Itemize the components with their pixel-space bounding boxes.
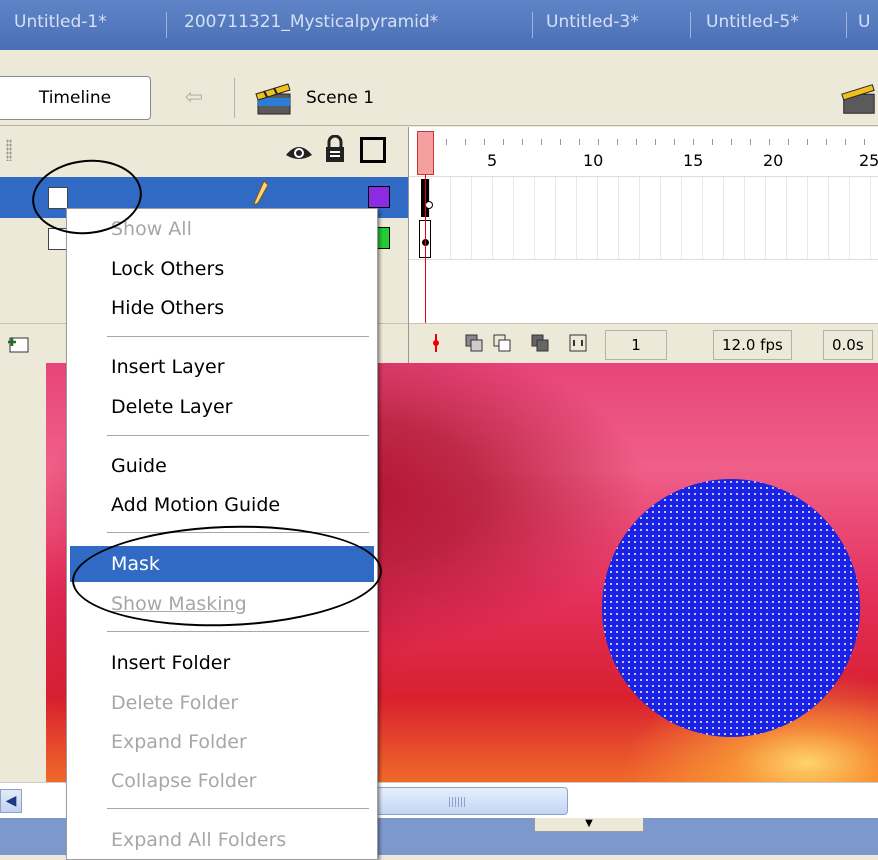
menu-item-delete-layer[interactable]: Delete Layer: [70, 389, 374, 425]
playhead[interactable]: [417, 131, 434, 175]
menu-item-insert-folder[interactable]: Insert Folder: [70, 645, 374, 681]
frame-row[interactable]: [409, 177, 878, 219]
scene-clapper-icon: [255, 83, 291, 115]
frame-rate-display[interactable]: 12.0 fps: [713, 330, 792, 360]
ruler-tick: [617, 139, 618, 145]
layer-color-swatch[interactable]: [368, 186, 390, 208]
menu-separator: [107, 631, 369, 632]
current-frame-display: 1: [605, 330, 667, 360]
edit-multiple-frames-icon[interactable]: [531, 334, 549, 352]
menu-item-insert-layer[interactable]: Insert Layer: [70, 349, 374, 385]
ruler-tick: [731, 139, 732, 145]
keyframe-dot: [425, 201, 433, 209]
ruler-tick: [465, 139, 466, 145]
ruler-tick: [579, 139, 580, 145]
menu-item-delete-folder[interactable]: Delete Folder: [70, 685, 374, 721]
add-layer-icon[interactable]: [6, 332, 32, 356]
modify-onion-markers-icon[interactable]: [569, 334, 587, 352]
frame-number: 20: [763, 151, 784, 170]
document-tab-untitled-5[interactable]: Untitled-5*: [706, 0, 799, 50]
ruler-tick: [845, 139, 846, 145]
scroll-left-arrow-icon[interactable]: ◀: [0, 789, 22, 813]
menu-item-lock-others[interactable]: Lock Others: [70, 251, 374, 287]
ruler-tick: [655, 139, 656, 145]
ruler-tick: [598, 139, 599, 145]
document-tab-untitled-3[interactable]: Untitled-3*: [546, 0, 639, 50]
ruler-tick: [693, 139, 694, 145]
ruler-tick: [503, 139, 504, 145]
back-arrow-icon[interactable]: ⇦: [168, 78, 220, 118]
outline-icon[interactable]: [360, 137, 386, 163]
elapsed-time-display: 0.0s: [823, 330, 873, 360]
scene-name-label[interactable]: Scene 1: [306, 84, 374, 112]
mask-circle-shape[interactable]: [602, 479, 860, 737]
toolbar-separator: [234, 78, 235, 118]
frame-number: 5: [487, 151, 498, 170]
pencil-icon: [253, 180, 269, 206]
ruler-tick: [864, 139, 865, 145]
tab-separator: [532, 12, 533, 38]
menu-item-guide[interactable]: Guide: [70, 448, 374, 484]
ruler-tick: [807, 139, 808, 145]
timeline-toolbar: Timeline ⇦ Scene 1: [0, 50, 878, 126]
menu-item-add-motion-guide[interactable]: Add Motion Guide: [70, 487, 374, 523]
ruler-tick: [712, 139, 713, 145]
timeline-frames[interactable]: 1 5 10 15 20 25 1 12.0 fps 0.0s: [408, 127, 878, 363]
ruler-tick: [769, 139, 770, 145]
lock-icon[interactable]: [324, 135, 346, 163]
ruler-tick: [788, 139, 789, 145]
onion-skin-outlines-icon[interactable]: [493, 334, 511, 352]
document-tab-untitled-1[interactable]: Untitled-1*: [14, 0, 107, 50]
document-tab-bar: Untitled-1* 200711321_Mysticalpyramid* U…: [0, 0, 878, 50]
menu-item-collapse-folder[interactable]: Collapse Folder: [70, 763, 374, 799]
edit-scene-icon[interactable]: [838, 80, 878, 116]
eye-icon[interactable]: [284, 137, 314, 163]
tab-separator: [166, 12, 167, 38]
center-frame-icon[interactable]: [427, 334, 445, 352]
ruler-tick: [446, 139, 447, 145]
timeline-status-bar: 1 12.0 fps 0.0s: [409, 323, 878, 363]
onion-skin-icon[interactable]: [465, 334, 483, 352]
menu-separator: [107, 435, 369, 436]
ruler-tick: [674, 139, 675, 145]
frame-ruler[interactable]: 1 5 10 15 20 25: [409, 127, 878, 177]
tab-separator: [846, 12, 847, 38]
menu-item-expand-folder[interactable]: Expand Folder: [70, 724, 374, 760]
ruler-tick: [636, 139, 637, 145]
frame-number: 25: [859, 151, 878, 170]
frame-number: 10: [583, 151, 604, 170]
ruler-tick: [826, 139, 827, 145]
menu-separator: [107, 336, 369, 337]
timeline-toggle-button[interactable]: Timeline: [0, 76, 151, 120]
panel-grip[interactable]: [6, 139, 12, 161]
ruler-tick: [541, 139, 542, 145]
scroll-thumb[interactable]: [350, 787, 568, 815]
document-tab-mysticalpyramid[interactable]: 200711321_Mysticalpyramid*: [184, 0, 438, 50]
ruler-tick: [484, 139, 485, 145]
ruler-tick: [560, 139, 561, 145]
stage-left-gutter: [0, 363, 46, 782]
ruler-tick: [750, 139, 751, 145]
ruler-tick: [522, 139, 523, 145]
document-tab-partial[interactable]: U: [858, 0, 870, 50]
frame-number: 15: [683, 151, 704, 170]
frame-row[interactable]: [409, 218, 878, 260]
tab-separator: [690, 12, 691, 38]
scroll-thumb-grip: [449, 797, 467, 807]
menu-separator: [107, 808, 369, 809]
menu-item-expand-all-folders[interactable]: Expand All Folders: [70, 822, 374, 858]
collapse-arrow-icon[interactable]: ▼: [534, 818, 644, 832]
menu-item-hide-others[interactable]: Hide Others: [70, 290, 374, 326]
